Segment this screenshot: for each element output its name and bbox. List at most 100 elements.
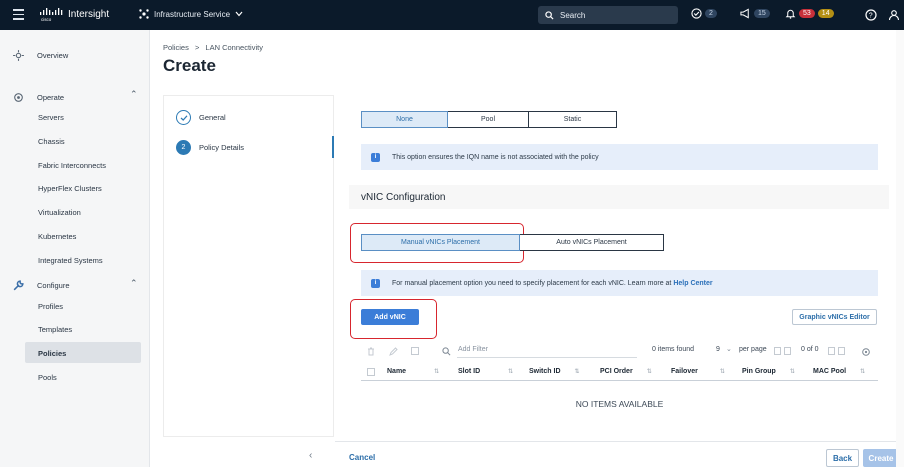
- wrench-icon: [13, 280, 24, 291]
- first-page-icon[interactable]: [774, 347, 781, 355]
- service-selector[interactable]: Infrastructure Service: [139, 9, 243, 19]
- sort-icon: ⇅: [508, 369, 514, 375]
- help-center-link[interactable]: Help Center: [673, 280, 712, 287]
- iqn-option-none[interactable]: None: [361, 111, 448, 128]
- sort-icon: ⇅: [719, 369, 725, 375]
- sidebar-item-chassis[interactable]: Chassis: [38, 137, 65, 146]
- collapse-sidebar-icon[interactable]: ‹: [309, 450, 312, 461]
- tasks-indicator[interactable]: 2: [691, 8, 717, 19]
- chevron-up-icon[interactable]: ⌃: [130, 278, 138, 289]
- placement-info-banner: i For manual placement option you need t…: [361, 270, 878, 296]
- column-switch-id[interactable]: Switch ID ⇅: [529, 368, 580, 375]
- sidebar-item-fabric-interconnects[interactable]: Fabric Interconnects: [38, 161, 106, 170]
- iqn-info-banner: i This option ensures the IQN name is no…: [361, 144, 878, 170]
- wizard-footer: Cancel Back Create: [335, 441, 904, 467]
- top-bar: cisco Intersight Infrastructure Service …: [0, 0, 904, 30]
- megaphone-icon: [740, 8, 749, 19]
- sidebar-group-label: Operate: [37, 93, 65, 102]
- select-all-checkbox[interactable]: [411, 347, 419, 355]
- sidebar-item-hyperflex-clusters[interactable]: HyperFlex Clusters: [38, 184, 102, 193]
- create-button[interactable]: Create: [863, 449, 899, 467]
- sort-icon: ⇅: [789, 369, 795, 375]
- last-page-icon[interactable]: [838, 347, 845, 355]
- check-icon: [176, 110, 191, 125]
- per-page-label: per page: [739, 346, 767, 353]
- add-filter-input[interactable]: Add Filter: [458, 346, 488, 353]
- placement-info-text: For manual placement option you need to …: [392, 279, 674, 287]
- critical-alarms-badge: 53: [799, 9, 815, 18]
- iqn-segmented-control: None Pool Static: [361, 111, 617, 128]
- sidebar-item-pools[interactable]: Pools: [38, 373, 57, 382]
- column-pin-group[interactable]: Pin Group ⇅: [742, 368, 795, 375]
- placement-option-auto[interactable]: Auto vNICs Placement: [520, 234, 664, 251]
- placement-option-manual[interactable]: Manual vNICs Placement: [361, 234, 520, 251]
- chevron-down-icon: ⌄: [726, 346, 732, 353]
- section-header: vNIC Configuration: [349, 185, 889, 209]
- column-mac-pool[interactable]: MAC Pool ⇅: [813, 368, 865, 375]
- chevron-up-icon[interactable]: ⌃: [130, 89, 138, 100]
- sort-icon: ⇅: [860, 369, 866, 375]
- sidebar-item-templates[interactable]: Templates: [38, 325, 72, 334]
- bottom-toolbar: [361, 434, 878, 440]
- service-label: Infrastructure Service: [154, 9, 231, 19]
- overview-icon: [13, 50, 24, 61]
- step-general[interactable]: General: [176, 110, 226, 125]
- svg-text:cisco: cisco: [41, 17, 52, 22]
- sidebar-group-label: Configure: [37, 281, 70, 290]
- column-label: Name: [387, 368, 407, 375]
- sidebar-group-operate[interactable]: Operate: [12, 91, 64, 104]
- add-vnic-button[interactable]: Add vNIC: [361, 309, 419, 325]
- search-icon: [442, 347, 451, 356]
- graphic-vnics-editor-button[interactable]: Graphic vNICs Editor: [792, 309, 877, 325]
- bell-icon: [785, 9, 796, 19]
- page-title: Create: [163, 56, 216, 75]
- settings-icon[interactable]: [861, 347, 871, 357]
- sidebar-item-policies[interactable]: Policies: [38, 349, 66, 358]
- announcements-indicator[interactable]: 15: [740, 8, 770, 19]
- help-icon[interactable]: ?: [865, 9, 877, 21]
- menu-icon[interactable]: [13, 9, 24, 20]
- announcements-badge: 15: [754, 9, 770, 18]
- sidebar-group-configure[interactable]: Configure: [12, 279, 70, 292]
- iqn-option-static[interactable]: Static: [529, 111, 617, 128]
- column-failover[interactable]: Failover ⇅: [671, 368, 725, 375]
- sidebar-item-integrated-systems[interactable]: Integrated Systems: [38, 256, 103, 265]
- column-pci-order[interactable]: PCI Order ⇅: [600, 368, 652, 375]
- sort-icon: ⇅: [434, 369, 440, 375]
- column-name[interactable]: Name ⇅: [387, 368, 439, 375]
- sidebar-item-overview[interactable]: Overview: [12, 49, 68, 62]
- delete-icon[interactable]: [367, 347, 375, 356]
- iqn-info-text: This option ensures the IQN name is not …: [392, 153, 599, 161]
- sidebar-item-virtualization[interactable]: Virtualization: [38, 208, 81, 217]
- search-input[interactable]: Search: [538, 6, 678, 24]
- column-label: Switch ID: [529, 368, 561, 375]
- iqn-option-pool[interactable]: Pool: [448, 111, 529, 128]
- sort-icon: ⇅: [574, 369, 580, 375]
- column-label: PCI Order: [600, 368, 633, 375]
- next-page-icon[interactable]: [828, 347, 835, 355]
- back-button[interactable]: Back: [826, 449, 859, 467]
- breadcrumb-separator: >: [194, 43, 200, 52]
- column-label: Pin Group: [742, 368, 776, 375]
- chevron-down-icon: [235, 11, 243, 17]
- alarms-indicator[interactable]: 53 14: [785, 8, 834, 19]
- header-checkbox[interactable]: [367, 368, 375, 376]
- edit-icon[interactable]: [389, 347, 398, 356]
- scrollbar[interactable]: [896, 30, 904, 467]
- cancel-button[interactable]: Cancel: [349, 453, 375, 462]
- svg-text:?: ?: [869, 13, 873, 20]
- sidebar-item-profiles[interactable]: Profiles: [38, 302, 63, 311]
- column-slot-id[interactable]: Slot ID ⇅: [458, 368, 513, 375]
- breadcrumb-current: LAN Connectivity: [205, 43, 263, 52]
- breadcrumb-policies[interactable]: Policies: [163, 43, 189, 52]
- sort-icon: ⇅: [646, 369, 652, 375]
- page-info: 0 of 0: [801, 346, 819, 353]
- info-icon: i: [371, 278, 380, 288]
- sidebar-item-servers[interactable]: Servers: [38, 113, 64, 122]
- per-page-select[interactable]: 9: [716, 346, 720, 353]
- user-icon[interactable]: [888, 9, 900, 21]
- step-policy-details[interactable]: 2 Policy Details: [176, 140, 244, 155]
- step-label: General: [199, 113, 226, 122]
- sidebar-item-kubernetes[interactable]: Kubernetes: [38, 232, 76, 241]
- prev-page-icon[interactable]: [784, 347, 791, 355]
